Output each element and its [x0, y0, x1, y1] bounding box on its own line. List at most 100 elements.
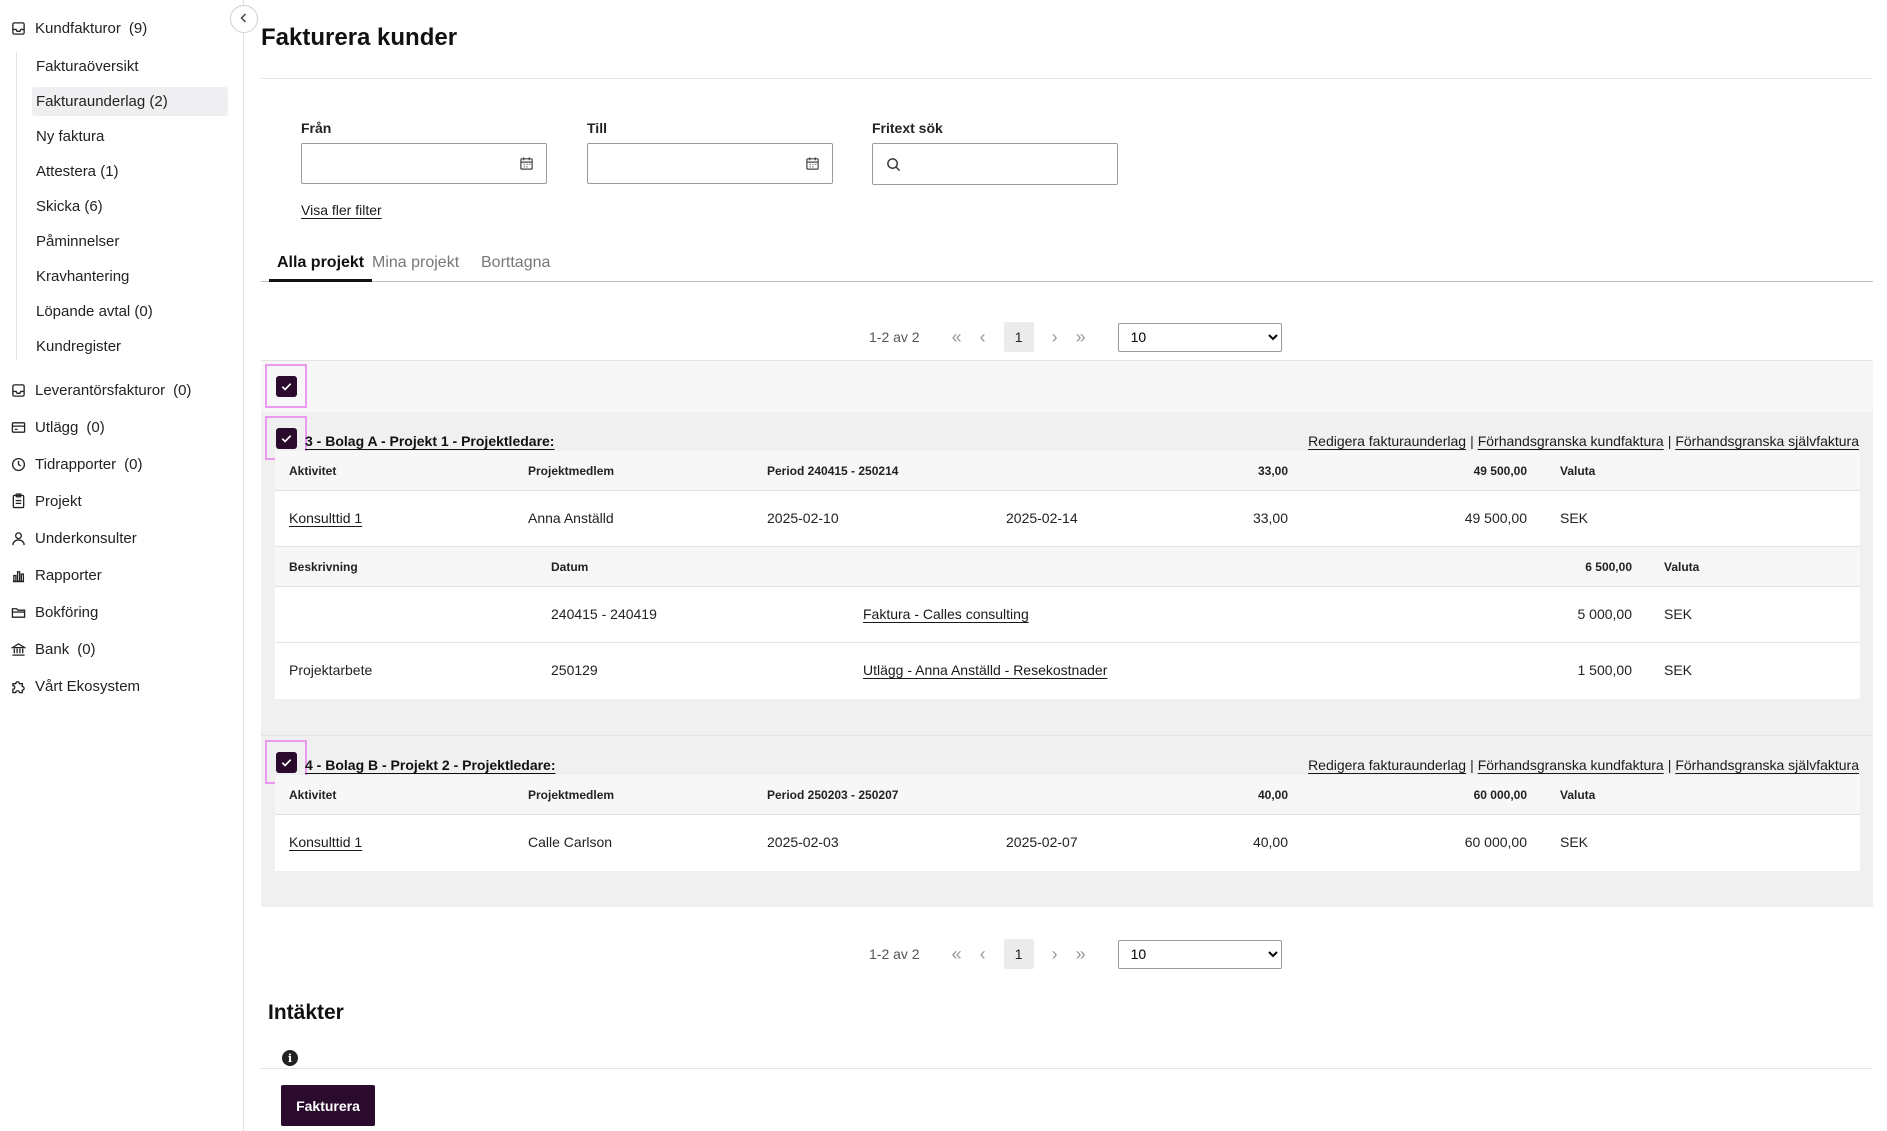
select-all-checkbox[interactable]: [265, 364, 307, 408]
sidebar-item-attestera[interactable]: Attestera (1): [32, 157, 228, 186]
pagination-top: 1-2 av 2 « ‹ 1 › » 10: [869, 321, 1282, 353]
project-card: Aktivitet Projektmedlem Period 250203 - …: [275, 775, 1860, 871]
group-title[interactable]: 4 - Bolag B - Projekt 2 - Projektledare:: [305, 757, 556, 773]
nav-label: Underkonsulter: [35, 529, 137, 547]
calendar-icon[interactable]: [519, 156, 534, 175]
from-label: Från: [301, 120, 332, 136]
bar-chart-icon: [10, 567, 26, 583]
date: 250129: [551, 662, 598, 678]
tab-mina-projekt[interactable]: Mina projekt: [372, 254, 459, 282]
member: Calle Carlson: [528, 834, 613, 850]
checkbox[interactable]: [275, 751, 297, 773]
group-divider: [261, 735, 1873, 736]
preview-customer-invoice-link[interactable]: Förhandsgranska kundfaktura: [1478, 757, 1664, 773]
next-page-button[interactable]: ›: [1042, 944, 1068, 965]
sidebar-item-kravhantering[interactable]: Kravhantering: [32, 262, 228, 291]
currency: SEK: [1664, 606, 1693, 622]
nav-rapporter[interactable]: Rapporter: [10, 563, 102, 587]
checkbox[interactable]: [275, 375, 297, 397]
preview-self-invoice-link[interactable]: Förhandsgranska självfaktura: [1675, 433, 1859, 449]
nav-count: (0): [124, 455, 143, 473]
hours: 33,00: [1252, 510, 1288, 526]
page-number[interactable]: 1: [1003, 322, 1034, 352]
col-hours: 33,00: [1257, 464, 1288, 478]
nav-label: Projekt: [35, 492, 82, 510]
search-input[interactable]: [873, 144, 1117, 184]
submenu-line: [16, 52, 17, 360]
activity-link[interactable]: Konsulttid 1: [289, 510, 362, 526]
nav-count: (9): [128, 19, 148, 37]
sidebar-item-kundregister[interactable]: Kundregister: [32, 332, 228, 361]
group-title[interactable]: 3 - Bolag A - Projekt 1 - Projektledare:: [305, 433, 554, 449]
check-icon: [281, 434, 291, 443]
select-all-row: [261, 360, 1873, 412]
nav-utlagg[interactable]: Utlägg (0): [10, 415, 105, 439]
prev-page-button[interactable]: ‹: [970, 944, 996, 965]
preview-customer-invoice-link[interactable]: Förhandsgranska kundfaktura: [1478, 433, 1664, 449]
chevron-left-icon: [238, 11, 250, 28]
calendar-icon[interactable]: [805, 156, 820, 175]
preview-self-invoice-link[interactable]: Förhandsgranska självfaktura: [1675, 757, 1859, 773]
divider: [261, 1068, 1873, 1069]
nav-tidrapporter[interactable]: Tidrapporter (0): [10, 452, 143, 476]
amount: 60 000,00: [1464, 834, 1527, 850]
next-page-button[interactable]: ›: [1042, 327, 1068, 348]
checkbox[interactable]: [275, 427, 297, 449]
nav-label: Rapporter: [35, 566, 102, 584]
last-page-button[interactable]: »: [1068, 327, 1094, 348]
sidebar-item-skicka[interactable]: Skicka (6): [32, 192, 228, 221]
folder-icon: [10, 604, 26, 620]
sidebar: Kundfakturor (9) Fakturaöversikt Faktura…: [0, 0, 244, 1131]
invoice-button[interactable]: Fakturera: [281, 1085, 375, 1126]
check-icon: [281, 382, 291, 391]
nav-label: Bokföring: [35, 603, 99, 621]
wallet-icon: [10, 419, 26, 435]
collapse-sidebar-button[interactable]: [230, 5, 258, 33]
inbox-icon: [10, 20, 26, 36]
nav-vart-ekosystem[interactable]: Vårt Ekosystem: [10, 674, 140, 698]
sidebar-item-ny-faktura[interactable]: Ny faktura: [32, 122, 228, 151]
sidebar-item-fakturaunderlag[interactable]: Fakturaunderlag (2): [32, 87, 228, 116]
nav-underkonsulter[interactable]: Underkonsulter: [10, 526, 137, 550]
activity-link[interactable]: Konsulttid 1: [289, 834, 362, 850]
member: Anna Anställd: [528, 510, 614, 526]
first-page-button[interactable]: «: [944, 944, 970, 965]
invoice-link[interactable]: Faktura - Calles consulting: [863, 606, 1029, 622]
start-date: 2025-02-03: [767, 834, 839, 850]
tab-borttagna[interactable]: Borttagna: [481, 254, 550, 282]
nav-bank[interactable]: Bank (0): [10, 637, 96, 661]
edit-invoice-basis-link[interactable]: Redigera fakturaunderlag: [1308, 757, 1466, 773]
pagination-bottom: 1-2 av 2 « ‹ 1 › » 10: [869, 938, 1282, 970]
nav-bokforing[interactable]: Bokföring: [10, 600, 98, 624]
to-date-input[interactable]: [588, 144, 832, 183]
sidebar-item-lopande-avtal[interactable]: Löpande avtal (0): [32, 297, 228, 326]
nav-label: Vårt Ekosystem: [35, 677, 141, 695]
table-row: 240415 - 240419 Faktura - Calles consult…: [275, 587, 1860, 643]
from-date-field[interactable]: [301, 143, 547, 184]
col-currency: Valuta: [1560, 788, 1596, 802]
info-icon[interactable]: i: [282, 1050, 298, 1066]
per-page-select[interactable]: 10: [1117, 322, 1282, 352]
col-activity: Aktivitet: [289, 464, 337, 478]
prev-page-button[interactable]: ‹: [970, 327, 996, 348]
nav-projekt[interactable]: Projekt: [10, 489, 82, 513]
more-filters-link[interactable]: Visa fler filter: [301, 202, 382, 218]
to-date-field[interactable]: [587, 143, 833, 184]
per-page-select[interactable]: 10: [1117, 939, 1282, 969]
sidebar-item-fakturaoversikt[interactable]: Fakturaöversikt: [32, 52, 228, 81]
nav-kundfakturor[interactable]: Kundfakturor (9): [10, 16, 147, 40]
last-page-button[interactable]: »: [1068, 944, 1094, 965]
project-card: Aktivitet Projektmedlem Period 240415 - …: [275, 451, 1860, 699]
edit-invoice-basis-link[interactable]: Redigera fakturaunderlag: [1308, 433, 1466, 449]
col-currency: Valuta: [1664, 560, 1700, 574]
table-row: Konsulttid 1 Calle Carlson 2025-02-03 20…: [275, 815, 1860, 871]
col-amount: 49 500,00: [1473, 464, 1527, 478]
tab-alla-projekt[interactable]: Alla projekt: [269, 254, 373, 282]
first-page-button[interactable]: «: [944, 327, 970, 348]
nav-leverantorsfakturor[interactable]: Leverantörsfakturor (0): [10, 378, 191, 402]
page-number[interactable]: 1: [1003, 939, 1034, 969]
sidebar-item-paminnelser[interactable]: Påminnelser: [32, 227, 228, 256]
expense-link[interactable]: Utlägg - Anna Anställd - Resekostnader: [863, 662, 1107, 678]
from-date-input[interactable]: [302, 144, 546, 183]
search-field[interactable]: [872, 143, 1118, 185]
